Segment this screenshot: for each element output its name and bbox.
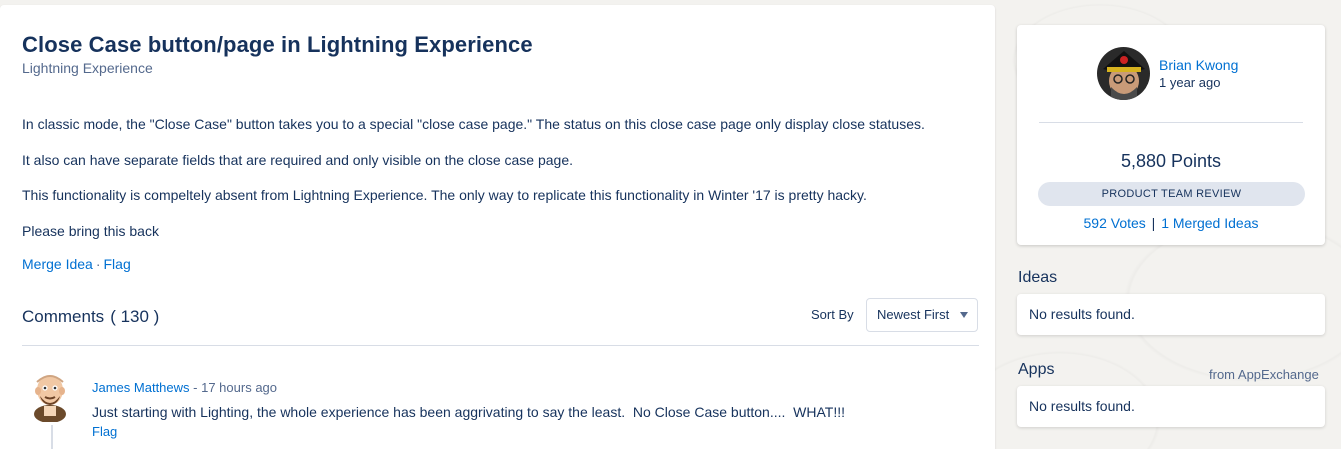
comment-meta: James Matthews - 17 hours ago <box>92 380 277 395</box>
comments-title: Comments <box>22 307 105 326</box>
author-avatar-icon <box>1097 47 1150 100</box>
idea-points: 5,880 Points <box>1120 151 1222 171</box>
chevron-down-icon <box>960 312 968 318</box>
idea-paragraph: Please bring this back <box>22 222 159 239</box>
sort-by-label: Sort By <box>811 307 854 322</box>
commenter-avatar-icon <box>34 375 66 423</box>
votes-link[interactable]: 592 Votes <box>1084 215 1146 231</box>
idea-body: In classic mode, the "Close Case" button… <box>22 115 972 257</box>
idea-paragraph: It also can have separate fields that ar… <box>22 151 574 168</box>
comment-author-link[interactable]: James Matthews <box>92 380 190 395</box>
comments-heading: Comments ( 130 ) <box>22 307 159 327</box>
merge-idea-link[interactable]: Merge Idea <box>22 256 93 272</box>
sort-select-value: Newest First <box>877 307 950 322</box>
idea-paragraph: In classic mode, the "Close Case" button… <box>22 116 925 132</box>
author-card-divider <box>1039 122 1303 123</box>
comment-thread-line <box>51 425 53 449</box>
idea-actions: Merge Idea · Flag <box>22 256 131 272</box>
author-card: Brian Kwong 1 year ago 5,880 Points PROD… <box>1017 25 1325 245</box>
idea-title: Close Case button/page in Lightning Expe… <box>22 32 533 57</box>
comments-count: ( 130 ) <box>110 307 160 326</box>
apps-source-label: from AppExchange <box>1209 367 1319 382</box>
merged-ideas-link[interactable]: 1 Merged Ideas <box>1161 215 1258 231</box>
avatar[interactable] <box>1097 47 1150 100</box>
status-badge: PRODUCT TEAM REVIEW <box>1038 182 1305 206</box>
idea-paragraph: This functionality is compeltely absent … <box>22 187 867 203</box>
ideas-empty-result: No results found. <box>1017 294 1325 335</box>
action-separator: · <box>95 256 101 272</box>
comments-divider <box>22 345 979 346</box>
idea-category[interactable]: Lightning Experience <box>22 60 153 76</box>
author-post-time: 1 year ago <box>1159 75 1221 90</box>
idea-detail-card: Close Case button/page in Lightning Expe… <box>0 5 995 449</box>
ideas-heading: Ideas <box>1018 269 1058 286</box>
apps-empty-result: No results found. <box>1017 386 1325 427</box>
comment-timestamp: - 17 hours ago <box>193 380 278 395</box>
sort-select[interactable]: Newest First <box>866 298 978 332</box>
author-name-link[interactable]: Brian Kwong <box>1159 57 1238 73</box>
flag-idea-link[interactable]: Flag <box>104 256 131 272</box>
votes-row: 592 Votes | 1 Merged Ideas <box>1017 215 1325 231</box>
comment-flag-link[interactable]: Flag <box>92 424 117 439</box>
votes-separator: | <box>1151 215 1156 231</box>
comment-text: Just starting with Lighting, the whole e… <box>92 404 846 420</box>
avatar[interactable] <box>28 370 72 423</box>
apps-heading: Apps <box>1018 361 1055 378</box>
